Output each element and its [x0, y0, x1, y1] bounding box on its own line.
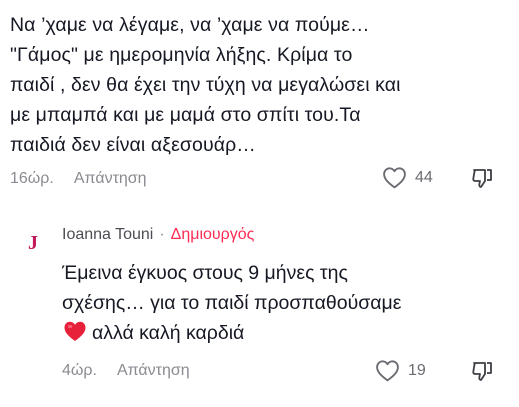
heart-outline-icon	[376, 360, 399, 382]
comment-like-button[interactable]: 44	[382, 166, 433, 189]
comment-like-count: 44	[415, 168, 433, 186]
reply-text: Έμεινα έγκυος στους 9 μήνες της σχέσης… …	[62, 262, 402, 314]
creator-badge: Δημιουργός	[170, 226, 255, 243]
comment-meta: 16ώρ. Απάντηση	[10, 167, 147, 191]
reply-meta: 4ώρ. Απάντηση	[62, 359, 190, 383]
avatar[interactable]: J	[18, 228, 48, 258]
reply-author[interactable]: Ioanna Touni	[62, 226, 153, 244]
reply-like-count: 19	[408, 361, 426, 379]
comment-text: Να ’χαμε να λέγαμε, να ’χαμε να πούμε… "…	[10, 14, 401, 156]
reply-header: Ioanna Touni · Δημιουργός	[62, 226, 254, 244]
reply-button[interactable]: Απάντηση	[74, 170, 147, 188]
reply-text-tail: αλλά καλή καρδιά	[92, 322, 245, 344]
reply-reply-button[interactable]: Απάντηση	[117, 362, 190, 380]
separator-dot: ·	[159, 226, 165, 243]
heart-outline-icon	[383, 167, 406, 189]
reply-like-button[interactable]: 19	[375, 359, 426, 382]
comment-time: 16ώρ.	[10, 170, 54, 187]
reply-time: 4ώρ.	[62, 362, 97, 379]
red-heart-emoji	[64, 321, 86, 341]
dislike-icon[interactable]	[470, 166, 494, 190]
dislike-icon[interactable]	[470, 359, 494, 383]
